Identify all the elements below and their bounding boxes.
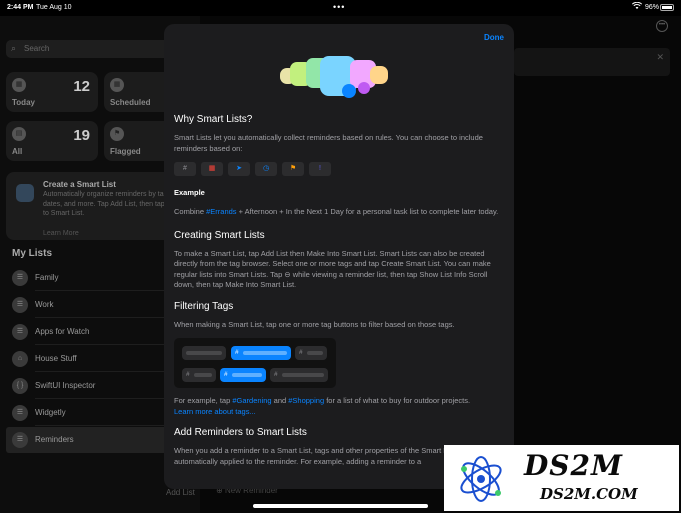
tray-icon: ▤: [12, 127, 26, 141]
my-lists-heading: My Lists: [12, 248, 53, 259]
creating-smart-lists-heading: Creating Smart Lists: [174, 229, 265, 241]
shopping-tag: #Shopping: [288, 396, 325, 405]
tile-count: 19: [73, 127, 90, 144]
atom-logo-icon: [460, 456, 502, 502]
why-smart-lists-body: Smart Lists let you automatically collec…: [174, 133, 483, 153]
tag-filter-illustration: # # # # #: [174, 338, 336, 388]
list-bullet-icon: ☰: [12, 270, 28, 286]
watermark-url: DS2M.COM: [540, 485, 638, 503]
tile-today[interactable]: ▦ 12 Today: [6, 72, 98, 112]
add-list-button[interactable]: Add List: [166, 488, 195, 497]
close-icon[interactable]: ✕: [656, 52, 664, 63]
battery-percent: 96%: [645, 4, 660, 11]
learn-more-link[interactable]: Learn More: [43, 230, 79, 237]
filtering-tags-body: When making a Smart List, tap one or mor…: [174, 319, 455, 329]
sheet-content: Why Smart Lists? Smart Lists let you aut…: [174, 114, 504, 467]
clock-icon: ◷: [255, 162, 277, 176]
smart-list-icon: [16, 184, 34, 202]
learn-more-tags-link[interactable]: Learn more about tags...: [174, 407, 504, 418]
status-bar: 2:44 PM Tue Aug 10 ••• 96%: [0, 0, 681, 16]
smart-lists-sheet: Done Why Smart Lists? Smart Lists let yo…: [164, 24, 514, 489]
flag-icon: ⚑: [110, 127, 124, 141]
home-indicator[interactable]: [253, 504, 428, 508]
list-item-label: Reminders: [35, 435, 74, 444]
house-icon: ⌂: [12, 351, 28, 367]
tile-label: Scheduled: [110, 98, 151, 107]
flag-icon: ⚑: [282, 162, 304, 176]
watermark: DS2M DS2M.COM: [444, 445, 679, 511]
battery-icon: [660, 4, 674, 11]
tile-count: 12: [73, 78, 90, 95]
add-reminders-heading: Add Reminders to Smart Lists: [174, 427, 307, 438]
tile-label: Flagged: [110, 147, 141, 156]
list-item-label: SwiftUI Inspector: [35, 381, 96, 390]
braces-icon: { }: [12, 378, 28, 394]
filter-example-body: For example, tap #Gardening and #Shoppin…: [174, 396, 471, 405]
calendar-icon: ▦: [201, 162, 223, 176]
priority-icon: !: [309, 162, 331, 176]
gardening-tag: #Gardening: [232, 396, 272, 405]
list-bullet-icon: ☰: [12, 297, 28, 313]
more-options-icon[interactable]: •••: [656, 20, 668, 32]
list-item-label: Widgetly: [35, 408, 66, 417]
example-heading: Example: [174, 188, 205, 197]
status-time: 2:44 PM: [7, 4, 34, 11]
tile-label: All: [12, 147, 23, 156]
errands-tag: #Errands: [206, 207, 237, 216]
multitasking-dots-icon[interactable]: •••: [333, 2, 345, 12]
list-item-label: House Stuff: [35, 354, 77, 363]
filtering-tags-heading: Filtering Tags: [174, 300, 234, 312]
smart-lists-hero-illustration: [274, 56, 404, 102]
list-bullet-icon: ☰: [12, 432, 28, 448]
list-item-label: Apps for Watch: [35, 327, 90, 336]
wifi-icon: [631, 1, 643, 12]
search-icon: ⌕: [11, 43, 17, 53]
list-bullet-icon: ☰: [12, 405, 28, 421]
tag-icon: #: [174, 162, 196, 176]
calendar-icon: ▦: [110, 78, 124, 92]
tile-all[interactable]: ▤ 19 All: [6, 121, 98, 161]
promo-title: Create a Smart List: [43, 180, 116, 189]
creating-smart-lists-body: To make a Smart List, tap Add List then …: [174, 248, 491, 290]
list-bullet-icon: ☰: [12, 324, 28, 340]
done-button[interactable]: Done: [484, 33, 504, 42]
status-date: Tue Aug 10: [36, 4, 72, 11]
criteria-icon-row: # ▦ ➤ ◷ ⚑ !: [174, 162, 504, 176]
why-smart-lists-heading: Why Smart Lists?: [174, 114, 253, 125]
calendar-icon: ▦: [12, 78, 26, 92]
example-body: Combine #Errands + Afternoon + In the Ne…: [174, 207, 499, 216]
list-item-label: Work: [35, 300, 54, 309]
banner-card: ✕: [514, 48, 670, 76]
tile-label: Today: [12, 98, 35, 107]
search-placeholder: Search: [24, 44, 50, 53]
location-icon: ➤: [228, 162, 250, 176]
watermark-name: DS2M: [524, 449, 623, 482]
list-item-label: Family: [35, 273, 59, 282]
